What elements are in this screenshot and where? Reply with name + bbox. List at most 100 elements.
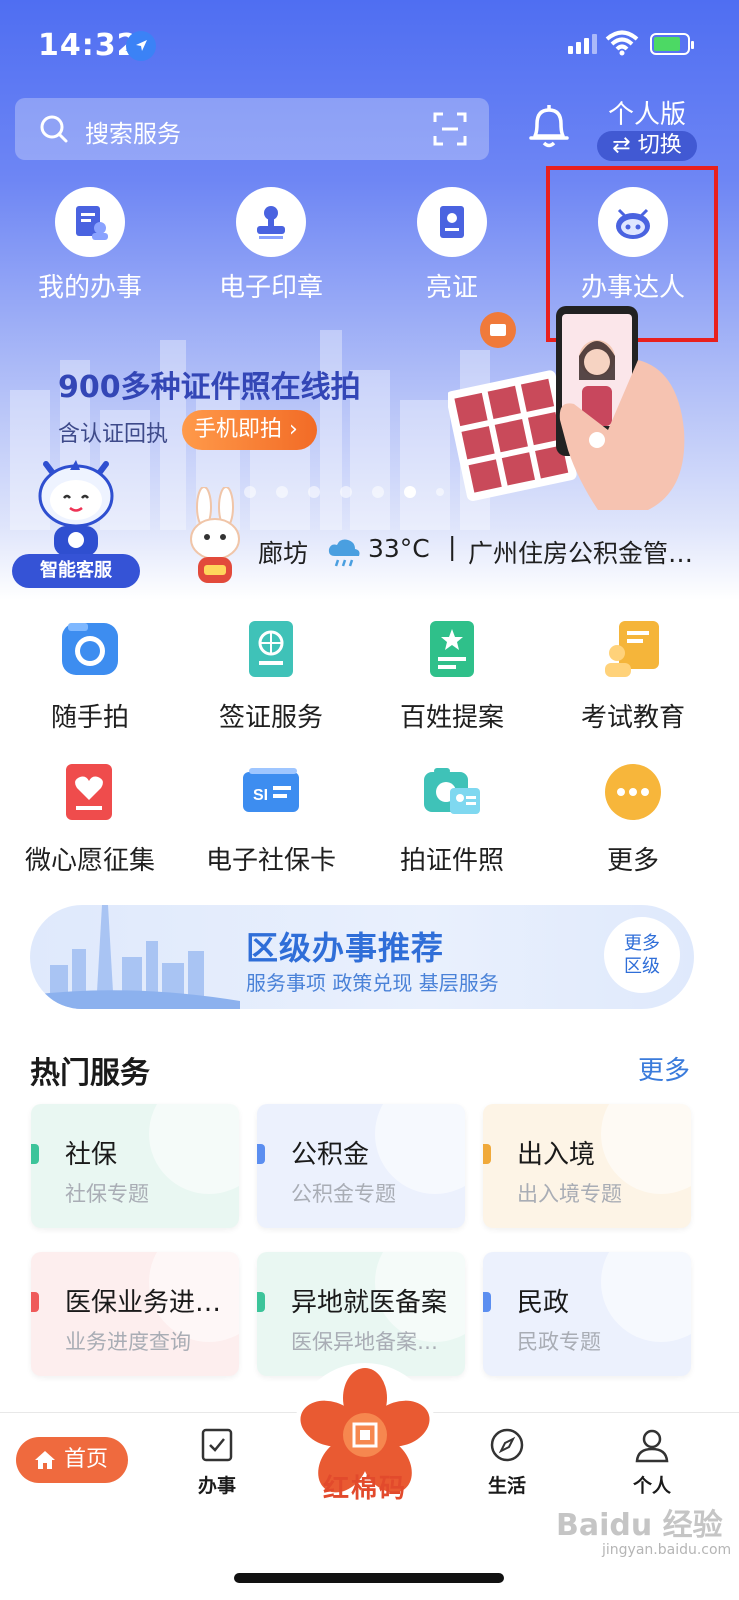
tab-life[interactable]: 生活 bbox=[457, 1427, 557, 1498]
mode-title: 个人版 bbox=[607, 100, 686, 130]
rain-cloud-icon bbox=[328, 539, 360, 567]
quick-action-label: 亮证 bbox=[425, 273, 478, 303]
hot-card-title: 医保业务进… bbox=[65, 1288, 222, 1318]
hot-services-more-link[interactable]: 更多 bbox=[638, 1050, 690, 1087]
service-label: 随手拍 bbox=[50, 703, 129, 733]
hot-card-exit-entry[interactable]: 出入境 出入境专题 bbox=[483, 1104, 691, 1228]
hot-card-subtitle: 业务进度查询 bbox=[65, 1330, 191, 1354]
hot-card-subtitle: 医保异地备案… bbox=[291, 1330, 438, 1354]
id-card-icon bbox=[417, 187, 487, 257]
tab-personal-label: 个人 bbox=[632, 1475, 671, 1497]
exam-icon bbox=[605, 621, 659, 677]
search-placeholder: 搜索服务 bbox=[85, 120, 181, 148]
wifi-icon bbox=[605, 30, 639, 56]
tab-affairs[interactable]: 办事 bbox=[167, 1427, 267, 1498]
battery-icon bbox=[650, 33, 694, 55]
hot-card-subtitle: 出入境专题 bbox=[517, 1182, 622, 1206]
service-visa[interactable]: 签证服务 bbox=[181, 617, 361, 734]
more-district-button[interactable]: 更多 区级 bbox=[604, 917, 680, 993]
service-exam-education[interactable]: 考试教育 bbox=[543, 617, 723, 734]
rabbit-mascot-icon bbox=[190, 487, 240, 583]
search-input[interactable]: 搜索服务 bbox=[15, 98, 489, 160]
hot-card-title: 异地就医备案 bbox=[291, 1288, 448, 1318]
pagination-dot bbox=[308, 486, 320, 498]
tab-life-label: 生活 bbox=[487, 1475, 526, 1497]
quick-action-label: 我的办事 bbox=[37, 273, 142, 303]
news-headline: 广州住房公积金管… bbox=[468, 539, 694, 568]
camera-icon bbox=[62, 623, 118, 675]
service-label: 签证服务 bbox=[218, 703, 323, 733]
district-tags: 服务事项 政策兑现 基层服务 bbox=[246, 971, 499, 995]
tab-home-label: 首页 bbox=[64, 1447, 109, 1472]
hot-card-housing-fund[interactable]: 公积金 公积金专题 bbox=[257, 1104, 465, 1228]
hot-card-social-security[interactable]: 社保 社保专题 bbox=[31, 1104, 239, 1228]
pagination-dot bbox=[372, 486, 384, 498]
more-icon bbox=[605, 764, 661, 820]
canton-tower-skyline-illustration bbox=[30, 905, 240, 1009]
home-indicator[interactable] bbox=[234, 1573, 504, 1583]
hot-card-title: 出入境 bbox=[517, 1140, 596, 1170]
service-casual-photo[interactable]: 随手拍 bbox=[0, 617, 180, 734]
quick-action-show-license[interactable]: 亮证 bbox=[362, 187, 542, 304]
pagination-dot bbox=[340, 486, 352, 498]
tab-kapok-code-label[interactable]: 红棉码 bbox=[290, 1468, 440, 1505]
service-more[interactable]: 更多 bbox=[543, 760, 723, 877]
status-bar: 14:32 bbox=[0, 0, 739, 90]
service-micro-wish[interactable]: 微心愿征集 bbox=[0, 760, 180, 877]
stamp-icon bbox=[236, 187, 306, 257]
clock-time: 14:32 bbox=[38, 28, 139, 63]
scan-icon[interactable] bbox=[433, 112, 467, 146]
search-icon bbox=[40, 115, 68, 143]
pagination-dot bbox=[276, 486, 288, 498]
pagination-dot bbox=[436, 488, 444, 496]
notification-bell-icon[interactable] bbox=[527, 102, 571, 150]
passport-icon bbox=[249, 621, 293, 677]
pagination-dot-active bbox=[404, 486, 416, 498]
service-label: 更多 bbox=[606, 846, 659, 876]
service-label: 考试教育 bbox=[580, 703, 685, 733]
id-photo-icon bbox=[424, 768, 480, 814]
ticker-separator: | bbox=[448, 532, 457, 561]
id-photo-promo-illustration[interactable] bbox=[448, 300, 708, 515]
smart-customer-service-button[interactable]: 智能客服 bbox=[12, 450, 140, 592]
baidu-watermark: Baidu 经验 bbox=[556, 1508, 723, 1543]
quick-action-my-affairs[interactable]: 我的办事 bbox=[0, 187, 180, 304]
social-security-card-icon: SI bbox=[243, 768, 299, 812]
tab-home[interactable]: 首页 bbox=[16, 1437, 128, 1483]
hot-card-offsite-medical-filing[interactable]: 异地就医备案 医保异地备案… bbox=[257, 1252, 465, 1376]
banner-cta-button[interactable]: 手机即拍 › bbox=[182, 410, 317, 450]
banner-title: 900多种证件照在线拍 bbox=[58, 370, 361, 405]
district-title: 区级办事推荐 bbox=[246, 929, 445, 967]
hot-card-medical-insurance-progress[interactable]: 医保业务进… 业务进度查询 bbox=[31, 1252, 239, 1376]
baidu-watermark-url: jingyan.baidu.com bbox=[602, 1542, 732, 1558]
home-icon bbox=[35, 1451, 55, 1469]
tab-personal[interactable]: 个人 bbox=[602, 1427, 702, 1498]
service-label: 电子社保卡 bbox=[205, 846, 336, 876]
location-arrow-icon bbox=[126, 31, 156, 61]
service-citizen-proposal[interactable]: 百姓提案 bbox=[362, 617, 542, 734]
weather-news-ticker[interactable]: 廊坊 33°C | 广州住房公积金管… bbox=[258, 532, 728, 572]
district-services-banner[interactable]: 区级办事推荐 服务事项 政策兑现 基层服务 更多 区级 bbox=[30, 905, 694, 1009]
hot-services-title: 热门服务 bbox=[30, 1056, 150, 1091]
user-icon bbox=[635, 1429, 669, 1463]
mascot-icon bbox=[38, 460, 114, 556]
service-e-social-security-card[interactable]: SI 电子社保卡 bbox=[181, 760, 361, 877]
service-id-photo[interactable]: 拍证件照 bbox=[362, 760, 542, 877]
hot-card-civil-affairs[interactable]: 民政 民政专题 bbox=[483, 1252, 691, 1376]
checkbox-document-icon bbox=[201, 1428, 233, 1462]
more-district-line1: 更多 bbox=[624, 933, 660, 954]
document-user-icon bbox=[55, 187, 125, 257]
quick-action-label: 电子印章 bbox=[218, 273, 323, 303]
quick-action-e-seal[interactable]: 电子印章 bbox=[181, 187, 361, 304]
more-district-line2: 区级 bbox=[624, 956, 660, 977]
switch-mode-button[interactable]: ⇄ 切换 bbox=[597, 131, 697, 161]
hot-card-title: 公积金 bbox=[291, 1140, 370, 1170]
hot-card-subtitle: 社保专题 bbox=[65, 1182, 149, 1206]
hot-card-title: 民政 bbox=[517, 1288, 570, 1318]
hot-card-subtitle: 公积金专题 bbox=[291, 1182, 396, 1206]
service-label: 微心愿征集 bbox=[24, 846, 155, 876]
service-label: 百姓提案 bbox=[399, 703, 504, 733]
tab-affairs-label: 办事 bbox=[197, 1475, 236, 1497]
temperature: 33°C bbox=[368, 534, 430, 563]
city-name: 廊坊 bbox=[258, 539, 309, 568]
